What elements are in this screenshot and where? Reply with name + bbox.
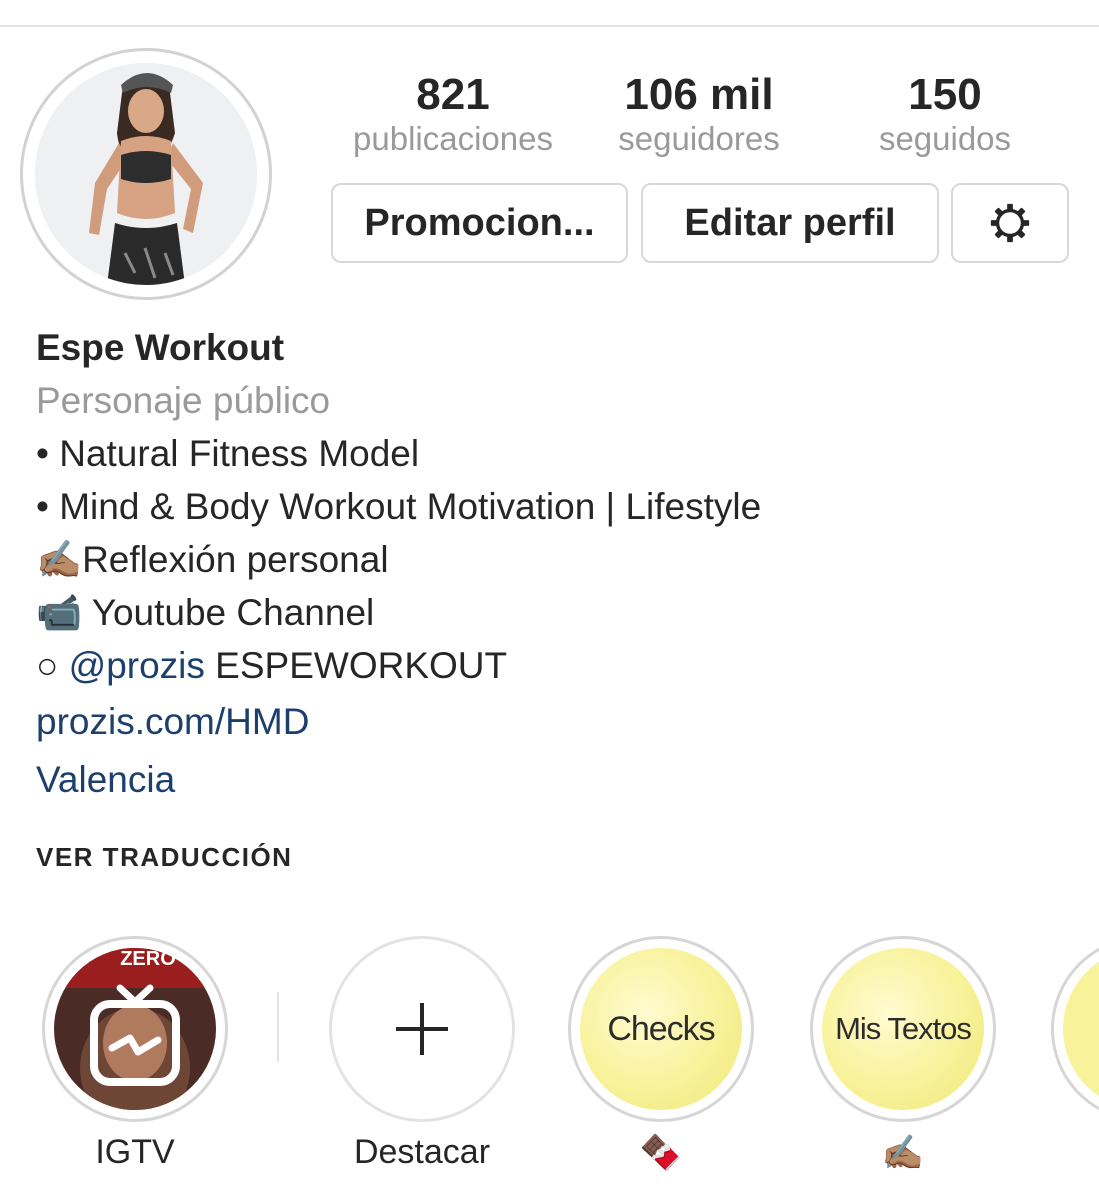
bio-line-5-prefix: ○: [36, 645, 69, 686]
bio-line-3-text: Reflexión personal: [82, 539, 389, 580]
following-count: 150: [908, 70, 982, 119]
highlights-divider: [277, 992, 279, 1062]
followers-count: 106 mil: [624, 70, 774, 119]
writing-hand-emoji: ✍🏽: [36, 539, 83, 580]
igtv-thumbnail[interactable]: [54, 948, 216, 1110]
plus-icon: [396, 1003, 448, 1055]
highlight-label-mis-textos: ✍🏽: [881, 1134, 925, 1172]
stat-following[interactable]: 150 seguidos: [820, 70, 1070, 158]
video-camera-emoji: 📹: [36, 592, 83, 633]
mention-link[interactable]: @prozis: [69, 645, 205, 686]
bio-line-4: 📹 Youtube Channel: [36, 591, 374, 635]
avatar-photo: [35, 63, 257, 285]
highlight-label-checks: 🍫: [639, 1134, 683, 1172]
highlight-mis-textos-title: Mis Textos: [835, 1011, 972, 1046]
highlight-checks-title: Checks: [607, 1009, 715, 1048]
new-highlight-button[interactable]: [329, 936, 515, 1122]
bio-line-5-suffix: ESPEWORKOUT: [204, 645, 508, 686]
highlight-mis-textos-cover[interactable]: Mis Textos: [822, 948, 984, 1110]
followers-label: seguidores: [618, 120, 780, 157]
edit-profile-button[interactable]: Editar perfil: [641, 183, 939, 263]
stat-followers[interactable]: 106 mil seguidores: [574, 70, 824, 158]
profile-name: Espe Workout: [36, 327, 285, 368]
posts-count: 821: [416, 70, 490, 119]
stat-posts[interactable]: 821 publicaciones: [328, 70, 578, 158]
following-label: seguidos: [878, 120, 1012, 157]
profile-category: Personaje público: [36, 380, 331, 421]
top-divider: [0, 25, 1099, 27]
bio-line-5: ○ @prozis ESPEWORKOUT: [36, 644, 507, 688]
highlight-label-igtv: IGTV: [95, 1133, 175, 1171]
bio-line-1: • Natural Fitness Model: [36, 433, 420, 474]
avatar[interactable]: [35, 63, 257, 285]
highlight-next-partial[interactable]: [1051, 936, 1099, 1122]
website-link[interactable]: prozis.com/HMD: [36, 700, 309, 744]
highlight-label-new: Destacar: [353, 1133, 491, 1171]
posts-label: publicaciones: [353, 120, 553, 157]
gear-icon: [990, 203, 1030, 243]
bio-line-3: ✍🏽Reflexión personal: [36, 538, 389, 582]
igtv-badge: ZERO: [120, 948, 176, 970]
highlight-checks-cover[interactable]: Checks: [580, 948, 742, 1110]
promote-button[interactable]: Promocion...: [331, 183, 628, 263]
bio-line-2: • Mind & Body Workout Motivation | Lifes…: [36, 486, 762, 527]
bio-line-4-text: Youtube Channel: [82, 592, 375, 633]
settings-button[interactable]: [951, 183, 1069, 263]
see-translation-button[interactable]: VER TRADUCCIÓN: [36, 842, 292, 873]
location-link[interactable]: Valencia: [36, 758, 175, 802]
